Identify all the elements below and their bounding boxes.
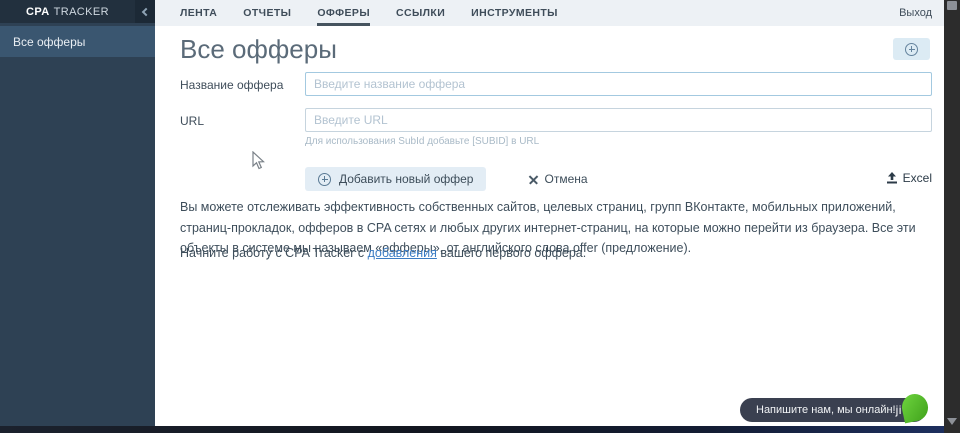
offer-name-label: Название оффера <box>180 78 284 92</box>
app-logo-rest: TRACKER <box>53 5 109 18</box>
form-actions: Добавить новый оффер Отмена <box>305 167 588 191</box>
tab-label: ОФФЕРЫ <box>317 7 370 19</box>
x-icon <box>529 175 538 184</box>
upload-icon <box>886 172 897 184</box>
excel-label: Excel <box>902 171 932 185</box>
sidebar-collapse-button[interactable] <box>135 0 155 23</box>
chevron-left-icon <box>141 7 151 16</box>
getting-started-paragraph: Начните работу с CPA Tracker с добавлени… <box>180 243 942 264</box>
nav-tabs: ЛЕНТА ОТЧЕТЫ ОФФЕРЫ ССЫЛКИ ИНСТРУМЕНТЫ <box>180 0 558 26</box>
window-bottom-edge <box>0 426 944 433</box>
add-new-offer-label: Добавить новый оффер <box>339 172 474 186</box>
cpa-tracker-app: CPA TRACKER Все офферы ЛЕНТА ОТЧЕТЫ ОФФЕ… <box>0 0 960 433</box>
app-logo: CPA TRACKER <box>0 0 135 23</box>
arrow-down-icon[interactable] <box>947 418 957 425</box>
tab-label: ЛЕНТА <box>180 7 218 19</box>
chat-widget[interactable]: Напишите нам, мы онлайн! jivo <box>740 391 931 424</box>
cancel-button[interactable]: Отмена <box>529 172 587 186</box>
add-offer-button[interactable] <box>893 38 930 60</box>
excel-export-button[interactable]: Excel <box>886 171 932 185</box>
circle-plus-icon <box>318 172 331 186</box>
sidebar-header: CPA TRACKER <box>0 0 155 23</box>
chat-message: Напишите нам, мы онлайн! <box>756 404 896 416</box>
offer-name-input[interactable] <box>305 72 932 96</box>
tab-links[interactable]: ССЫЛКИ <box>396 0 445 26</box>
add-new-offer-button[interactable]: Добавить новый оффер <box>305 167 487 191</box>
circle-plus-icon <box>905 42 918 56</box>
tab-offers[interactable]: ОФФЕРЫ <box>317 0 370 26</box>
scrollbar-thumb[interactable] <box>947 1 957 10</box>
scrollbar[interactable] <box>944 0 960 433</box>
logout-link[interactable]: Выход <box>899 0 932 26</box>
sidebar-item-all-offers[interactable]: Все офферы <box>0 26 155 57</box>
url-input[interactable] <box>305 108 932 132</box>
paragraph2-suffix: вашего первого оффера. <box>436 246 587 260</box>
url-label: URL <box>180 114 205 128</box>
cancel-label: Отмена <box>544 172 588 186</box>
sidebar-item-label: Все офферы <box>13 34 86 49</box>
page-title: Все офферы <box>180 34 337 64</box>
paragraph2-prefix: Начните работу с CPA Tracker с <box>180 246 368 260</box>
tab-label: ОТЧЕТЫ <box>243 7 292 19</box>
main-content: Все офферы Название оффера URL Для испол… <box>155 26 944 426</box>
app-logo-bold: CPA <box>26 5 50 18</box>
add-first-offer-link[interactable]: добавления <box>368 246 437 260</box>
tab-lenta[interactable]: ЛЕНТА <box>180 0 217 26</box>
tab-label: ССЫЛКИ <box>396 7 446 19</box>
subid-hint: Для использования SubId добавьте [SUBID]… <box>305 136 540 147</box>
tab-reports[interactable]: ОТЧЕТЫ <box>243 0 291 26</box>
tab-label: ИНСТРУМЕНТЫ <box>471 7 558 19</box>
sidebar: CPA TRACKER Все офферы <box>0 0 155 426</box>
tab-tools[interactable]: ИНСТРУМЕНТЫ <box>471 0 558 26</box>
topbar: ЛЕНТА ОТЧЕТЫ ОФФЕРЫ ССЫЛКИ ИНСТРУМЕНТЫ В… <box>155 0 944 26</box>
